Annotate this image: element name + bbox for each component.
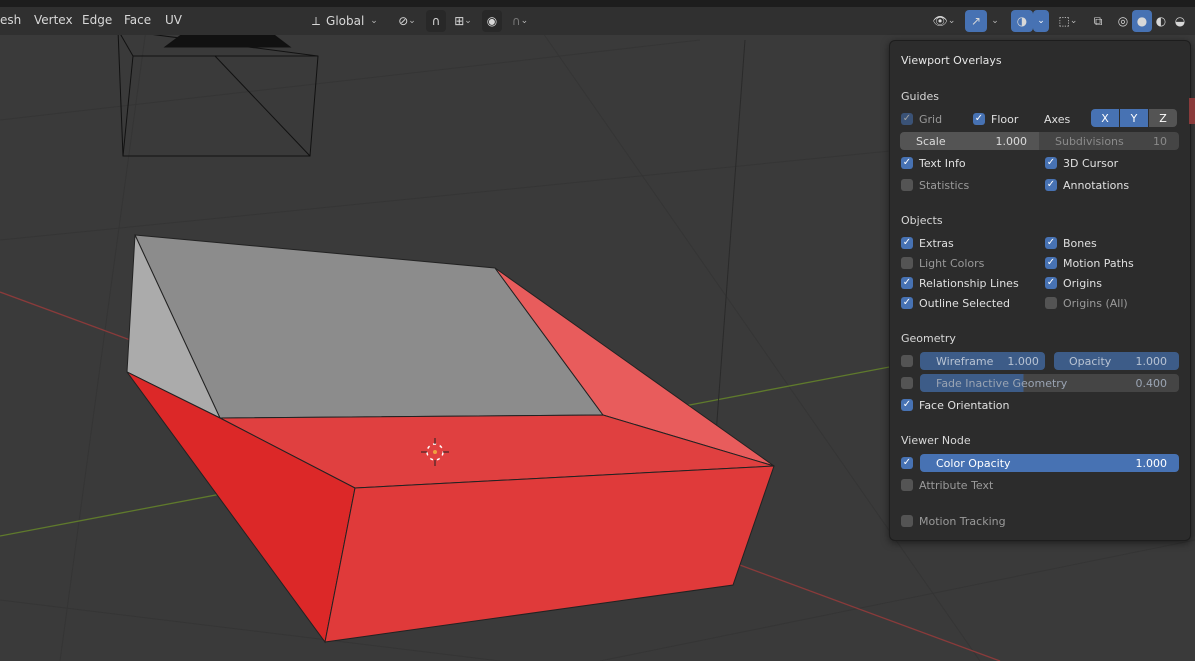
section-objects: Objects bbox=[901, 214, 943, 227]
viewport-overlays-panel: Viewport Overlays Guides Grid Floor Axes… bbox=[889, 40, 1191, 541]
bones-checkbox[interactable]: Bones bbox=[1045, 235, 1097, 251]
gizmo-icon: ↗ bbox=[970, 14, 982, 28]
face-orientation-checkbox[interactable]: Face Orientation bbox=[901, 397, 1009, 413]
gizmo-toggle[interactable]: ↗ bbox=[965, 10, 987, 32]
annotations-checkbox[interactable]: Annotations bbox=[1045, 177, 1129, 193]
grid-subdivisions-field[interactable]: Subdivisions 10 bbox=[1039, 132, 1179, 150]
overlays-dropdown[interactable]: ⌄ bbox=[1033, 10, 1049, 32]
outline-selected-checkbox[interactable]: Outline Selected bbox=[901, 295, 1010, 311]
wireframe-threshold-field[interactable]: Wireframe 1.000 bbox=[920, 352, 1045, 370]
fade-inactive-geometry-field[interactable]: Fade Inactive Geometry 0.400 bbox=[920, 374, 1179, 392]
xray-icon: ⧉ bbox=[1093, 13, 1103, 28]
check-icon bbox=[901, 399, 913, 411]
wireframe-opacity-field[interactable]: Opacity 1.000 bbox=[1054, 352, 1179, 370]
window-top-strip bbox=[0, 0, 1195, 7]
axis-x-toggle[interactable]: X bbox=[1091, 109, 1119, 127]
solid-sphere-icon: ● bbox=[1136, 14, 1148, 28]
proportional-edit-icon: ◉ bbox=[486, 14, 498, 28]
orientation-axes-icon: ⟂ bbox=[312, 13, 321, 28]
falloff-curve-icon: ∩ bbox=[511, 14, 521, 28]
attribute-text-checkbox[interactable]: Attribute Text bbox=[901, 477, 993, 493]
check-icon bbox=[901, 297, 913, 309]
side-toolbar-edge[interactable] bbox=[1189, 155, 1195, 265]
extras-checkbox[interactable]: Extras bbox=[901, 235, 954, 251]
snap-target-dropdown[interactable]: ⊞ ⌄ bbox=[448, 10, 478, 32]
color-opacity-field[interactable]: Color Opacity 1.000 bbox=[920, 454, 1179, 472]
check-icon bbox=[1045, 237, 1057, 249]
overlays-icon: ◑ bbox=[1016, 14, 1028, 28]
3d-cursor-checkbox[interactable]: 3D Cursor bbox=[1045, 155, 1118, 171]
menu-face[interactable]: Face bbox=[124, 13, 151, 27]
check-icon bbox=[901, 157, 913, 169]
check-icon bbox=[901, 113, 913, 125]
chevron-down-icon: ⌄ bbox=[464, 16, 472, 26]
panel-title: Viewport Overlays bbox=[901, 54, 1002, 67]
statistics-checkbox[interactable]: Statistics bbox=[901, 177, 969, 193]
chevron-down-icon: ⌄ bbox=[991, 16, 999, 26]
check-icon bbox=[1045, 257, 1057, 269]
transform-pivot-dropdown[interactable]: ⊘ ⌄ bbox=[392, 10, 422, 32]
wireframe-sphere-icon: ◎ bbox=[1117, 14, 1129, 28]
axis-z-toggle[interactable]: Z bbox=[1149, 109, 1177, 127]
wireframe-checkbox[interactable] bbox=[901, 353, 919, 369]
grid-scale-field[interactable]: Scale 1.000 bbox=[900, 132, 1039, 150]
navigation-gizmo-edge[interactable] bbox=[1189, 98, 1195, 124]
relationship-lines-checkbox[interactable]: Relationship Lines bbox=[901, 275, 1019, 291]
check-icon bbox=[901, 237, 913, 249]
rendered-sphere-icon: ◒ bbox=[1174, 14, 1186, 28]
fade-inactive-checkbox[interactable] bbox=[901, 375, 919, 391]
text-info-checkbox[interactable]: Text Info bbox=[901, 155, 966, 171]
rendered-shading-button[interactable]: ◒ bbox=[1170, 10, 1190, 32]
chevron-down-icon: ⌄ bbox=[947, 16, 956, 26]
magnet-icon: ∩ bbox=[431, 14, 441, 28]
floor-checkbox[interactable]: Floor bbox=[973, 111, 1018, 127]
axes-label: Axes bbox=[1044, 112, 1071, 126]
visibility-selectability-dropdown[interactable]: 👁 ⌄ bbox=[928, 10, 960, 32]
menu-uv[interactable]: UV bbox=[165, 13, 182, 27]
overlays-toggle[interactable]: ◑ bbox=[1011, 10, 1033, 32]
check-icon bbox=[1045, 157, 1057, 169]
menu-mesh[interactable]: esh bbox=[0, 13, 21, 27]
gizmo-dropdown[interactable]: ⌄ bbox=[987, 10, 1003, 32]
check-icon bbox=[973, 113, 985, 125]
section-guides: Guides bbox=[901, 90, 940, 103]
section-viewer-node: Viewer Node bbox=[901, 434, 971, 447]
origins-all-checkbox[interactable]: Origins (All) bbox=[1045, 295, 1128, 311]
viewer-node-checkbox[interactable] bbox=[901, 455, 919, 471]
viewport-header: esh Vertex Edge Face UV ⟂ Global ⌄ ⊘ ⌄ ∩ … bbox=[0, 7, 1195, 35]
menu-vertex[interactable]: Vertex bbox=[34, 13, 73, 27]
check-icon bbox=[901, 457, 913, 469]
proportional-editing-toggle[interactable]: ◉ bbox=[482, 10, 502, 32]
chevron-down-icon: ⌄ bbox=[370, 16, 378, 26]
snap-increment-icon: ⊞ bbox=[454, 14, 465, 28]
check-icon bbox=[1045, 277, 1057, 289]
motion-paths-checkbox[interactable]: Motion Paths bbox=[1045, 255, 1134, 271]
mesh-edit-overlays-dropdown[interactable]: ⬚ ⌄ bbox=[1054, 10, 1082, 32]
check-icon bbox=[1045, 179, 1057, 191]
grid-checkbox[interactable]: Grid bbox=[901, 111, 942, 127]
motion-tracking-checkbox[interactable]: Motion Tracking bbox=[901, 513, 1006, 529]
solid-shading-button[interactable]: ● bbox=[1132, 10, 1152, 32]
wireframe-shading-button[interactable]: ◎ bbox=[1114, 10, 1132, 32]
section-geometry: Geometry bbox=[901, 332, 956, 345]
check-icon bbox=[901, 277, 913, 289]
transform-orientation-dropdown[interactable]: ⟂ Global ⌄ bbox=[308, 10, 384, 32]
mesh-edit-icon: ⬚ bbox=[1058, 14, 1070, 28]
chevron-down-icon: ⌄ bbox=[520, 16, 529, 26]
chevron-down-icon: ⌄ bbox=[1069, 16, 1078, 26]
chevron-down-icon: ⌄ bbox=[408, 16, 416, 26]
menu-edge[interactable]: Edge bbox=[82, 13, 112, 27]
chevron-down-icon: ⌄ bbox=[1037, 16, 1045, 26]
xray-toggle[interactable]: ⧉ bbox=[1088, 10, 1108, 32]
material-sphere-icon: ◐ bbox=[1155, 14, 1167, 28]
material-preview-button[interactable]: ◐ bbox=[1152, 10, 1170, 32]
origins-checkbox[interactable]: Origins bbox=[1045, 275, 1102, 291]
axis-y-toggle[interactable]: Y bbox=[1120, 109, 1148, 127]
pivot-icon: ⊘ bbox=[398, 14, 409, 28]
falloff-dropdown[interactable]: ∩ ⌄ bbox=[505, 10, 535, 32]
eye-icon: 👁 bbox=[932, 14, 948, 28]
snap-toggle[interactable]: ∩ bbox=[426, 10, 446, 32]
light-colors-checkbox[interactable]: Light Colors bbox=[901, 255, 984, 271]
